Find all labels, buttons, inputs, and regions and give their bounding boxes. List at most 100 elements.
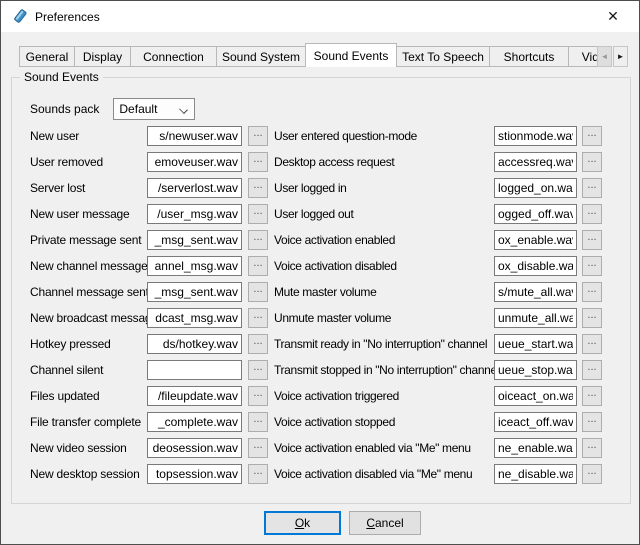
browse-button[interactable]: ... <box>582 152 602 172</box>
sound-file-input[interactable] <box>147 282 242 302</box>
sound-file-input[interactable] <box>147 178 242 198</box>
event-row: Desktop access request ... <box>274 152 602 172</box>
event-row: Transmit stopped in "No interruption" ch… <box>274 360 602 380</box>
sound-file-input[interactable] <box>494 152 577 172</box>
sound-file-input[interactable] <box>494 230 577 250</box>
event-label: Voice activation disabled <box>274 259 494 273</box>
browse-button[interactable]: ... <box>582 204 602 224</box>
sound-file-input[interactable] <box>494 334 577 354</box>
sound-file-input[interactable] <box>147 360 242 380</box>
event-label: Channel silent <box>30 363 147 377</box>
browse-button[interactable]: ... <box>248 152 268 172</box>
sound-file-input[interactable] <box>147 126 242 146</box>
event-row: New desktop session ... <box>30 464 268 484</box>
event-label: Private message sent <box>30 233 147 247</box>
events-column-right: User entered question-mode ... Desktop a… <box>274 126 602 490</box>
browse-button[interactable]: ... <box>248 178 268 198</box>
event-row: Voice activation enabled via "Me" menu .… <box>274 438 602 458</box>
event-row: Voice activation disabled ... <box>274 256 602 276</box>
event-row: Server lost ... <box>30 178 268 198</box>
tab-connection[interactable]: Connection <box>130 46 217 67</box>
browse-button[interactable]: ... <box>248 386 268 406</box>
browse-button[interactable]: ... <box>248 438 268 458</box>
sound-file-input[interactable] <box>494 126 577 146</box>
browse-button[interactable]: ... <box>248 308 268 328</box>
event-label: Voice activation triggered <box>274 389 494 403</box>
sound-file-input[interactable] <box>494 204 577 224</box>
event-label: Voice activation enabled <box>274 233 494 247</box>
sound-file-input[interactable] <box>147 152 242 172</box>
sound-file-input[interactable] <box>147 334 242 354</box>
sounds-pack-label: Sounds pack <box>30 102 99 116</box>
sound-file-input[interactable] <box>147 438 242 458</box>
sound-file-input[interactable] <box>147 230 242 250</box>
event-row: Voice activation triggered ... <box>274 386 602 406</box>
sounds-pack-select[interactable]: Default <box>113 98 195 120</box>
tab-video[interactable]: Video <box>568 46 599 67</box>
event-label: User logged in <box>274 181 494 195</box>
sound-file-input[interactable] <box>494 438 577 458</box>
event-row: New user message ... <box>30 204 268 224</box>
sound-file-input[interactable] <box>147 256 242 276</box>
sounds-pack-row: Sounds pack Default <box>30 98 195 120</box>
event-row: Voice activation enabled ... <box>274 230 602 250</box>
tab-label: Connection <box>143 50 204 64</box>
tab-shortcuts[interactable]: Shortcuts <box>489 46 569 67</box>
event-label: New desktop session <box>30 467 147 481</box>
sound-file-input[interactable] <box>494 256 577 276</box>
sound-file-input[interactable] <box>494 308 577 328</box>
browse-button[interactable]: ... <box>248 412 268 432</box>
tab-general[interactable]: General <box>19 46 75 67</box>
browse-button[interactable]: ... <box>582 360 602 380</box>
browse-button[interactable]: ... <box>248 126 268 146</box>
sound-file-input[interactable] <box>494 464 577 484</box>
tab-display[interactable]: Display <box>74 46 131 67</box>
browse-button[interactable]: ... <box>582 438 602 458</box>
browse-button[interactable]: ... <box>582 230 602 250</box>
cancel-button[interactable]: Cancel <box>349 511 421 535</box>
event-label: File transfer complete <box>30 415 147 429</box>
event-row: Hotkey pressed ... <box>30 334 268 354</box>
browse-button[interactable]: ... <box>248 256 268 276</box>
event-row: Mute master volume ... <box>274 282 602 302</box>
browse-button[interactable]: ... <box>582 126 602 146</box>
browse-button[interactable]: ... <box>248 204 268 224</box>
event-row: Transmit ready in "No interruption" chan… <box>274 334 602 354</box>
sound-file-input[interactable] <box>494 412 577 432</box>
browse-button[interactable]: ... <box>582 386 602 406</box>
browse-button[interactable]: ... <box>582 282 602 302</box>
sound-file-input[interactable] <box>147 386 242 406</box>
sound-file-input[interactable] <box>147 464 242 484</box>
browse-button[interactable]: ... <box>582 464 602 484</box>
event-label: Files updated <box>30 389 147 403</box>
tab-sound-events[interactable]: Sound Events <box>305 43 397 67</box>
browse-button[interactable]: ... <box>582 334 602 354</box>
ok-button[interactable]: Ok <box>264 511 341 535</box>
event-label: User removed <box>30 155 147 169</box>
app-icon <box>12 8 28 24</box>
close-icon[interactable]: ✕ <box>597 6 629 27</box>
browse-button[interactable]: ... <box>582 412 602 432</box>
browse-button[interactable]: ... <box>248 334 268 354</box>
sound-file-input[interactable] <box>147 308 242 328</box>
tab-scroll-left-icon[interactable]: ◄ <box>597 46 612 67</box>
browse-button[interactable]: ... <box>582 256 602 276</box>
tab-text-to-speech[interactable]: Text To Speech <box>396 46 490 67</box>
sound-file-input[interactable] <box>494 386 577 406</box>
event-label: Voice activation stopped <box>274 415 494 429</box>
tab-scroll-right-icon[interactable]: ► <box>613 46 628 67</box>
browse-button[interactable]: ... <box>248 360 268 380</box>
event-label: Voice activation enabled via "Me" menu <box>274 441 494 455</box>
browse-button[interactable]: ... <box>248 230 268 250</box>
sound-file-input[interactable] <box>147 204 242 224</box>
sound-file-input[interactable] <box>494 178 577 198</box>
browse-button[interactable]: ... <box>582 308 602 328</box>
browse-button[interactable]: ... <box>248 282 268 302</box>
sound-file-input[interactable] <box>494 360 577 380</box>
sound-file-input[interactable] <box>494 282 577 302</box>
sound-file-input[interactable] <box>147 412 242 432</box>
browse-button[interactable]: ... <box>248 464 268 484</box>
event-label: New broadcast message <box>30 311 147 325</box>
browse-button[interactable]: ... <box>582 178 602 198</box>
tab-sound-system[interactable]: Sound System <box>216 46 306 67</box>
